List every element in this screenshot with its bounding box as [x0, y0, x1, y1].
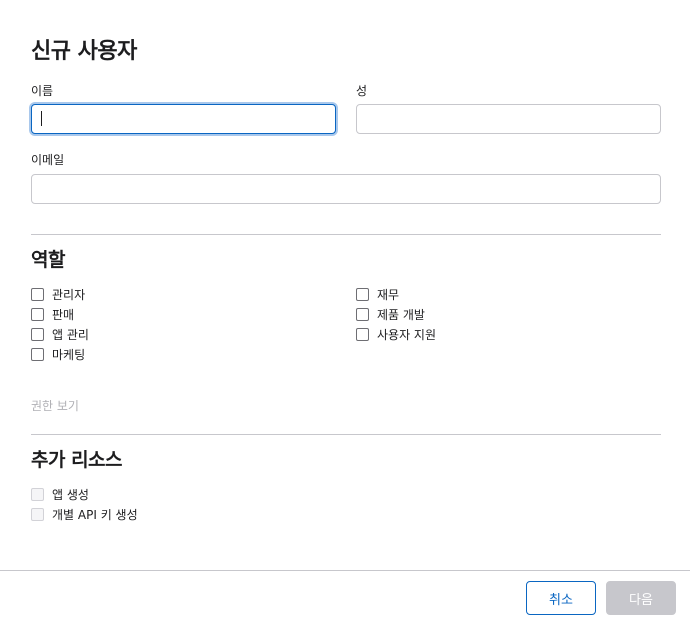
first-name-field[interactable]	[31, 104, 336, 134]
role-checkbox-product-development[interactable]: 제품 개발	[356, 306, 425, 322]
checkbox-label: 앱 관리	[52, 327, 89, 342]
role-checkbox-app-management[interactable]: 앱 관리	[31, 326, 89, 342]
first-name-label: 이름	[31, 84, 54, 98]
checkbox-disabled[interactable]	[31, 507, 44, 521]
checkbox[interactable]	[356, 327, 369, 341]
checkbox-label: 재무	[377, 287, 400, 302]
checkbox-label: 마케팅	[52, 347, 86, 362]
checkbox-label: 관리자	[52, 287, 86, 302]
next-button[interactable]: 다음	[606, 581, 676, 615]
email-field[interactable]	[31, 174, 661, 204]
checkbox[interactable]	[356, 307, 369, 321]
section-divider	[31, 234, 661, 235]
cancel-button[interactable]: 취소	[526, 581, 596, 615]
role-checkbox-finance[interactable]: 재무	[356, 286, 399, 302]
checkbox-disabled[interactable]	[31, 487, 44, 501]
text-caret	[41, 111, 42, 126]
page-title: 신규 사용자	[31, 39, 137, 64]
checkbox-label: 앱 생성	[52, 487, 89, 502]
section-divider	[31, 434, 661, 435]
checkbox-label: 판매	[52, 307, 75, 322]
checkbox-label: 제품 개발	[377, 307, 425, 322]
resource-checkbox-create-api-key[interactable]: 개별 API 키 생성	[31, 506, 138, 522]
checkbox[interactable]	[356, 287, 369, 301]
role-checkbox-marketing[interactable]: 마케팅	[31, 346, 85, 362]
checkbox-label: 사용자 지원	[377, 327, 437, 342]
checkbox[interactable]	[31, 287, 44, 301]
role-checkbox-user-support[interactable]: 사용자 지원	[356, 326, 436, 342]
footer-divider	[0, 570, 690, 571]
last-name-field[interactable]	[356, 104, 661, 134]
resource-checkbox-create-app[interactable]: 앱 생성	[31, 486, 89, 502]
last-name-label: 성	[356, 84, 368, 98]
roles-heading: 역할	[31, 249, 65, 271]
role-checkbox-admin[interactable]: 관리자	[31, 286, 85, 302]
additional-resources-heading: 추가 리소스	[31, 449, 123, 471]
role-checkbox-sales[interactable]: 판매	[31, 306, 74, 322]
checkbox[interactable]	[31, 327, 44, 341]
checkbox[interactable]	[31, 347, 44, 361]
checkbox-label: 개별 API 키 생성	[52, 507, 138, 522]
email-label: 이메일	[31, 153, 65, 167]
view-permissions-link[interactable]: 권한 보기	[31, 397, 79, 414]
checkbox[interactable]	[31, 307, 44, 321]
